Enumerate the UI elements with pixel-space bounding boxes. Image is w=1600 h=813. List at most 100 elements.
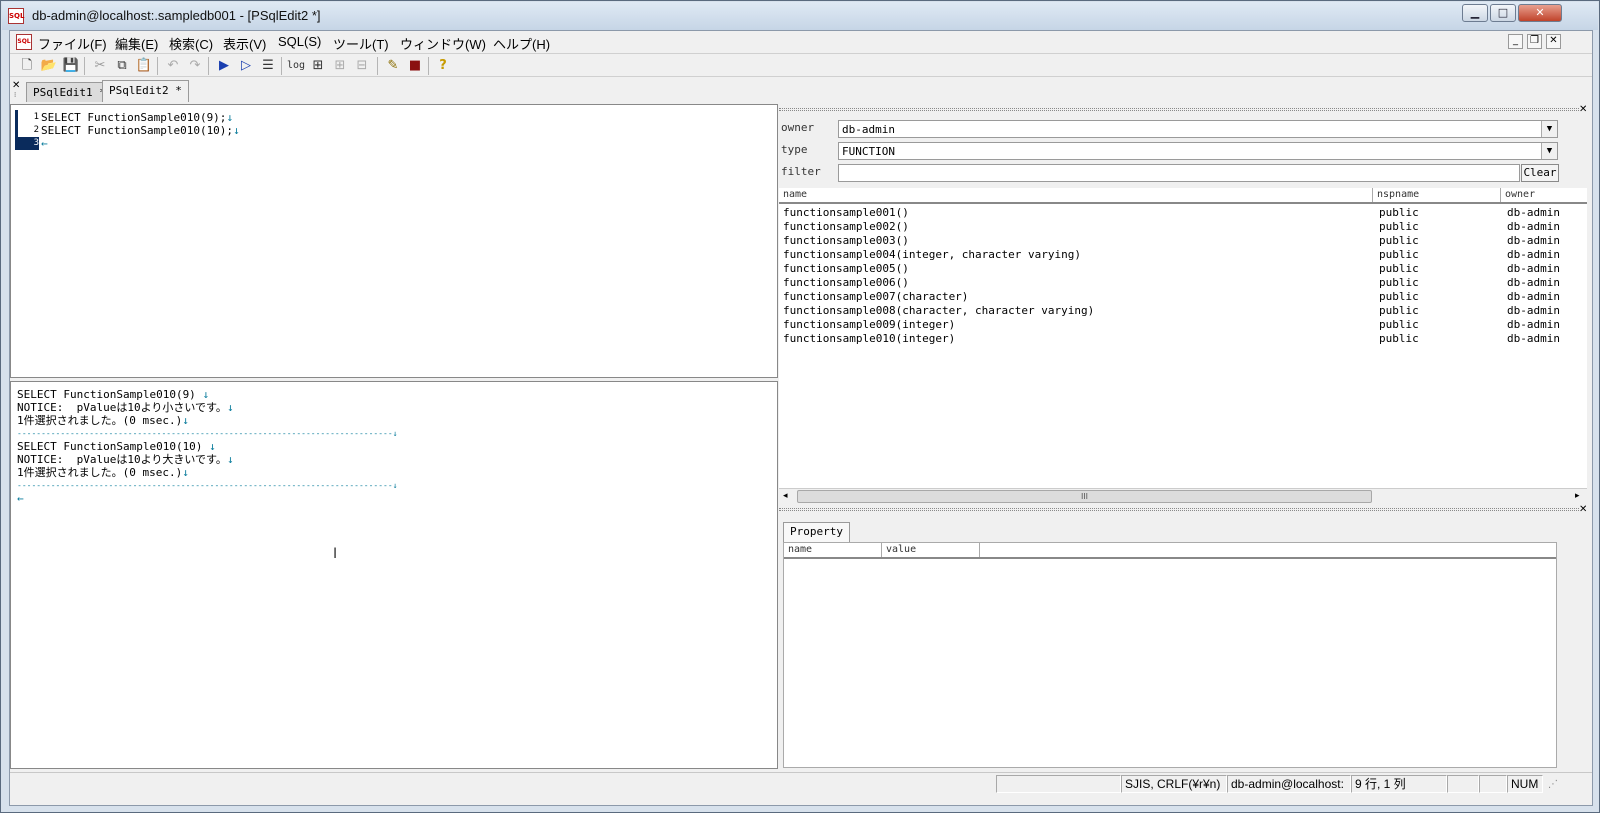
scroll-thumb[interactable]: III [797, 490, 1372, 503]
column-header-value[interactable]: value [882, 543, 980, 557]
owner-select[interactable]: db-admin ▼ [838, 120, 1558, 138]
code-text: SELECT FunctionSample010(9); [41, 111, 227, 124]
close-button[interactable]: ✕ [1518, 4, 1562, 22]
table-row[interactable]: functionsample006() public db-admin [779, 276, 1587, 290]
child-close-icon[interactable]: ✕ [1546, 34, 1561, 49]
table-row[interactable]: functionsample004(integer, character var… [779, 248, 1587, 262]
menu-sql[interactable]: SQL(S) [278, 34, 321, 49]
panel-close-icon[interactable]: ✕ [1579, 104, 1587, 115]
column-header-name[interactable]: name [779, 188, 1373, 202]
cell-nspname: public [1379, 206, 1419, 219]
code-line[interactable]: ← [41, 137, 48, 150]
property-panel-grip[interactable] [779, 508, 1579, 511]
column-header-owner[interactable]: owner [1501, 188, 1587, 202]
horizontal-scrollbar[interactable]: ◂ III ▸ [779, 488, 1587, 504]
copy-icon[interactable]: ⧉ [113, 57, 131, 75]
open-folder-icon[interactable]: 📂 [40, 57, 58, 75]
chevron-down-icon[interactable]: ▼ [1541, 121, 1557, 137]
output-separator: ----------------------------------------… [17, 479, 398, 492]
table-row[interactable]: functionsample003() public db-admin [779, 234, 1587, 248]
eol-marker: ↓ [202, 388, 210, 401]
cell-nspname: public [1379, 304, 1419, 317]
table-row[interactable]: functionsample010(integer) public db-admin [779, 332, 1587, 346]
editor-tabstrip: ✕ ⁞ PSqlEdit1 * PSqlEdit2 * [10, 78, 1592, 102]
type-select[interactable]: FUNCTION ▼ [838, 142, 1558, 160]
table-row[interactable]: functionsample001() public db-admin [779, 206, 1587, 220]
menu-tools[interactable]: ツール(T) [333, 34, 389, 53]
mdi-frame: SQL ファイル(F) 編集(E) 検索(C) 表示(V) SQL(S) ツール… [9, 30, 1593, 806]
table-row[interactable]: functionsample007(character) public db-adm… [779, 290, 1587, 304]
menu-view[interactable]: 表示(V) [223, 34, 266, 53]
grid-disabled-icon[interactable]: ⊞ [331, 57, 349, 75]
run-icon[interactable]: ▶ [215, 57, 233, 75]
eol-marker: ↓ [182, 414, 189, 427]
status-empty-field [1447, 775, 1479, 793]
output-pane[interactable]: SELECT FunctionSample010(9) ↓ NOTICE: pV… [10, 381, 778, 769]
menu-help[interactable]: ヘルプ(H) [493, 34, 550, 53]
menu-search[interactable]: 検索(C) [169, 34, 213, 53]
document-icon[interactable]: SQL [16, 34, 32, 50]
log-icon[interactable]: log [287, 57, 305, 75]
table-row[interactable]: functionsample009(integer) public db-admin [779, 318, 1587, 332]
sql-editor[interactable]: 1 2 3 SELECT FunctionSample010(9);↓ SELE… [10, 104, 778, 378]
table-row[interactable]: functionsample005() public db-admin [779, 262, 1587, 276]
toolbar-separator [157, 57, 158, 75]
child-minimize-icon[interactable]: _ [1508, 34, 1523, 49]
undo-icon[interactable]: ↶ [164, 57, 182, 75]
column-header-name[interactable]: name [784, 543, 882, 557]
status-empty-field [1479, 775, 1507, 793]
run-step-icon[interactable]: ▷ [237, 57, 255, 75]
eol-marker: ↓ [233, 124, 240, 137]
menu-file[interactable]: ファイル(F) [38, 34, 107, 53]
output-line: NOTICE: pValueは10より小さいです。↓ [17, 401, 234, 414]
cell-nspname: public [1379, 290, 1419, 303]
chevron-down-icon[interactable]: ▼ [1541, 143, 1557, 159]
help-icon[interactable]: ? [434, 57, 452, 75]
new-file-icon[interactable]: 🗋 [18, 57, 36, 75]
cell-nspname: public [1379, 220, 1419, 233]
tabstrip-close-icon[interactable]: ✕ [12, 80, 20, 91]
filter-input[interactable] [838, 164, 1520, 182]
grid-icon[interactable]: ⊞ [309, 57, 327, 75]
table-disabled-icon[interactable]: ⊟ [353, 57, 371, 75]
output-line: 1件選択されました。(0 msec.)↓ [17, 414, 189, 427]
menu-bar: SQL ファイル(F) 編集(E) 検索(C) 表示(V) SQL(S) ツール… [10, 31, 1592, 53]
tab-property[interactable]: Property [783, 522, 850, 542]
menu-edit[interactable]: 編集(E) [115, 34, 158, 53]
tab-psqledit2[interactable]: PSqlEdit2 * [102, 80, 189, 102]
clear-button[interactable]: Clear [1521, 164, 1559, 182]
property-close-icon[interactable]: ✕ [1579, 504, 1587, 515]
filter-label: filter [781, 165, 821, 178]
table-row[interactable]: functionsample008(character, character v… [779, 304, 1587, 318]
book-icon[interactable]: ■ [406, 57, 424, 75]
cell-nspname: public [1379, 332, 1419, 345]
panel-grip[interactable] [779, 108, 1579, 111]
cut-icon[interactable]: ✂ [91, 57, 109, 75]
menu-window[interactable]: ウィンドウ(W) [400, 34, 486, 53]
type-label: type [781, 143, 808, 156]
column-header-nspname[interactable]: nspname [1373, 188, 1501, 202]
object-browser-panel: ✕ owner db-admin ▼ type FUNCTION ▼ filter … [779, 104, 1592, 769]
save-icon[interactable]: 💾 [62, 57, 80, 75]
redo-icon[interactable]: ↷ [186, 57, 204, 75]
code-line[interactable]: SELECT FunctionSample010(10);↓ [41, 124, 240, 137]
cell-owner: db-admin [1507, 234, 1560, 247]
table-row[interactable]: functionsample002() public db-admin [779, 220, 1587, 234]
cell-nspname: public [1379, 318, 1419, 331]
paste-icon[interactable]: 📋 [135, 57, 153, 75]
separator-text: ----------------------------------------… [17, 429, 393, 438]
scroll-left-icon[interactable]: ◂ [783, 491, 788, 501]
pencil-icon[interactable]: ✎ [384, 57, 402, 75]
maximize-button[interactable]: □ [1490, 4, 1516, 22]
scroll-right-icon[interactable]: ▸ [1575, 491, 1580, 501]
child-restore-icon[interactable]: ❐ [1527, 34, 1542, 49]
output-separator: ----------------------------------------… [17, 427, 398, 440]
title-bar[interactable]: SQL db-admin@localhost:.sampledb001 - [P… [2, 2, 1598, 30]
tab-psqledit1[interactable]: PSqlEdit1 * [26, 82, 113, 102]
minimize-button[interactable]: ▁ [1462, 4, 1488, 22]
cell-nspname: public [1379, 248, 1419, 261]
code-line[interactable]: SELECT FunctionSample010(9);↓ [41, 111, 233, 124]
resize-grip-icon[interactable]: ⋰ [1548, 779, 1558, 790]
explain-icon[interactable]: ☰ [259, 57, 277, 75]
toolbar-separator [428, 57, 429, 75]
